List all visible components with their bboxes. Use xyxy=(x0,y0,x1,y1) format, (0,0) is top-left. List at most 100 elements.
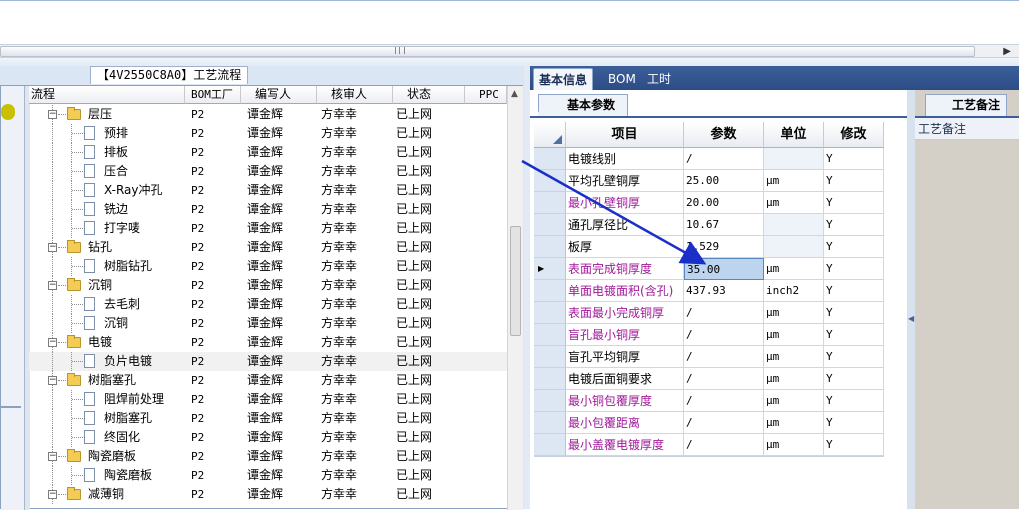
table-row[interactable]: 打字唛 P2 谭金辉 方幸幸 已上网 xyxy=(29,219,507,238)
vertical-scrollbar[interactable]: ▲ xyxy=(507,86,523,510)
process-name-cell[interactable]: − 陶瓷磨板 xyxy=(29,447,185,466)
process-name-cell[interactable]: 阻焊前处理 xyxy=(29,390,185,409)
param-row[interactable]: 平均孔壁铜厚 25.00 μm Y xyxy=(534,170,907,192)
column-header[interactable]: 核审人 xyxy=(317,86,393,104)
param-column-header[interactable]: 项目 xyxy=(566,122,684,148)
collapse-toggle-icon[interactable]: − xyxy=(48,338,57,347)
table-row[interactable]: 树脂塞孔 P2 谭金辉 方幸幸 已上网 xyxy=(29,409,507,428)
param-value-cell[interactable]: 10.67 xyxy=(684,214,764,236)
param-value-cell[interactable]: / xyxy=(684,302,764,324)
row-indicator[interactable] xyxy=(534,148,566,170)
column-header[interactable]: PPC xyxy=(465,86,507,104)
scrollbar-thumb[interactable] xyxy=(0,46,975,57)
process-name-cell[interactable]: − 沉铜 xyxy=(29,276,185,295)
param-value-cell[interactable]: / xyxy=(684,434,764,456)
row-indicator[interactable] xyxy=(534,236,566,258)
process-name-cell[interactable]: − 树脂塞孔 xyxy=(29,371,185,390)
param-modify-cell[interactable]: Y xyxy=(824,148,884,170)
param-column-header[interactable]: 单位 xyxy=(764,122,824,148)
collapse-toggle-icon[interactable]: − xyxy=(48,452,57,461)
table-row[interactable]: 树脂钻孔 P2 谭金辉 方幸幸 已上网 xyxy=(29,257,507,276)
process-name-cell[interactable]: − 电镀 xyxy=(29,333,185,352)
table-row[interactable]: − 沉铜 P2 谭金辉 方幸幸 已上网 xyxy=(29,276,507,295)
table-row[interactable]: 预排 P2 谭金辉 方幸幸 已上网 xyxy=(29,124,507,143)
collapse-arrow-icon[interactable]: ◀ xyxy=(908,314,914,323)
param-modify-cell[interactable]: Y xyxy=(824,258,884,280)
table-row[interactable]: X-Ray冲孔 P2 谭金辉 方幸幸 已上网 xyxy=(29,181,507,200)
table-row[interactable]: 陶瓷磨板 P2 谭金辉 方幸幸 已上网 xyxy=(29,466,507,485)
table-row[interactable]: 负片电镀 P2 谭金辉 方幸幸 已上网 xyxy=(29,352,507,371)
tab-basic-params[interactable]: 基本参数 xyxy=(538,94,629,116)
row-indicator[interactable] xyxy=(534,170,566,192)
param-row[interactable]: 电镀线别 / Y xyxy=(534,148,907,170)
table-row[interactable]: 压合 P2 谭金辉 方幸幸 已上网 xyxy=(29,162,507,181)
tab-process-notes[interactable]: 工艺备注 xyxy=(925,94,1008,116)
tab-bom[interactable]: BOM xyxy=(608,68,636,90)
param-modify-cell[interactable]: Y xyxy=(824,346,884,368)
param-row[interactable]: 单面电镀面积(含孔) 437.93 inch2 Y xyxy=(534,280,907,302)
param-row[interactable]: 电镀后面铜要求 / μm Y xyxy=(534,368,907,390)
row-indicator[interactable] xyxy=(534,214,566,236)
param-row[interactable]: ▶ 表面完成铜厚度 35.00 μm Y xyxy=(534,258,907,280)
collapse-toggle-icon[interactable]: − xyxy=(48,490,57,499)
param-modify-cell[interactable]: Y xyxy=(824,324,884,346)
scrollbar-thumb[interactable] xyxy=(510,226,521,336)
param-row[interactable]: 最小孔壁铜厚 20.00 μm Y xyxy=(534,192,907,214)
row-indicator[interactable] xyxy=(534,192,566,214)
param-modify-cell[interactable]: Y xyxy=(824,214,884,236)
process-name-cell[interactable]: 树脂塞孔 xyxy=(29,409,185,428)
param-value-cell[interactable]: / xyxy=(684,324,764,346)
param-row[interactable]: 板厚 1.529 Y xyxy=(534,236,907,258)
process-name-cell[interactable]: − 钻孔 xyxy=(29,238,185,257)
process-name-cell[interactable]: 排板 xyxy=(29,143,185,162)
process-name-cell[interactable]: 沉铜 xyxy=(29,314,185,333)
table-row[interactable]: 排板 P2 谭金辉 方幸幸 已上网 xyxy=(29,143,507,162)
param-row[interactable]: 最小包覆距离 / μm Y xyxy=(534,412,907,434)
param-modify-cell[interactable]: Y xyxy=(824,302,884,324)
param-value-cell[interactable]: 20.00 xyxy=(684,192,764,214)
collapse-toggle-icon[interactable]: − xyxy=(48,110,57,119)
process-name-cell[interactable]: 树脂钻孔 xyxy=(29,257,185,276)
param-row[interactable]: 盲孔最小铜厚 / μm Y xyxy=(534,324,907,346)
table-row[interactable]: − 树脂塞孔 P2 谭金辉 方幸幸 已上网 xyxy=(29,371,507,390)
param-value-cell[interactable]: 1.529 xyxy=(684,236,764,258)
row-indicator[interactable] xyxy=(534,302,566,324)
row-indicator[interactable] xyxy=(534,346,566,368)
row-indicator[interactable] xyxy=(534,412,566,434)
row-indicator[interactable] xyxy=(534,390,566,412)
tab-basic-info[interactable]: 基本信息 xyxy=(533,68,594,90)
right-splitter[interactable]: ◀ xyxy=(907,90,915,509)
process-name-cell[interactable]: 陶瓷磨板 xyxy=(29,466,185,485)
horizontal-scrollbar[interactable]: ▶ xyxy=(0,44,1019,58)
param-value-cell[interactable]: / xyxy=(684,390,764,412)
param-modify-cell[interactable]: Y xyxy=(824,236,884,258)
table-row[interactable]: 去毛刺 P2 谭金辉 方幸幸 已上网 xyxy=(29,295,507,314)
collapse-toggle-icon[interactable]: − xyxy=(48,281,57,290)
param-row[interactable]: 表面最小完成铜厚 / μm Y xyxy=(534,302,907,324)
param-row[interactable]: 通孔厚径比 10.67 Y xyxy=(534,214,907,236)
column-header[interactable]: 编写人 xyxy=(241,86,317,104)
param-modify-cell[interactable]: Y xyxy=(824,412,884,434)
process-name-cell[interactable]: − 减薄铜 xyxy=(29,485,185,504)
table-row[interactable]: 阻焊前处理 P2 谭金辉 方幸幸 已上网 xyxy=(29,390,507,409)
process-name-cell[interactable]: 预排 xyxy=(29,124,185,143)
param-row[interactable]: 最小盖覆电镀厚度 / μm Y xyxy=(534,434,907,456)
table-row[interactable]: − 电镀 P2 谭金辉 方幸幸 已上网 xyxy=(29,333,507,352)
param-value-cell[interactable]: 437.93 xyxy=(684,280,764,302)
row-indicator[interactable] xyxy=(534,280,566,302)
process-name-cell[interactable]: 终固化 xyxy=(29,428,185,447)
param-value-cell[interactable]: / xyxy=(684,368,764,390)
param-column-header[interactable]: 参数 xyxy=(684,122,764,148)
process-name-cell[interactable]: 负片电镀 xyxy=(29,352,185,371)
collapse-toggle-icon[interactable]: − xyxy=(48,376,57,385)
process-name-cell[interactable]: X-Ray冲孔 xyxy=(29,181,185,200)
param-value-cell[interactable]: / xyxy=(684,148,764,170)
scroll-right-arrow-icon[interactable]: ▶ xyxy=(1003,46,1011,57)
param-modify-cell[interactable]: Y xyxy=(824,192,884,214)
table-row[interactable]: − 减薄铜 P2 谭金辉 方幸幸 已上网 xyxy=(29,485,507,504)
param-modify-cell[interactable]: Y xyxy=(824,434,884,456)
param-modify-cell[interactable]: Y xyxy=(824,368,884,390)
table-row[interactable]: − 钻孔 P2 谭金辉 方幸幸 已上网 xyxy=(29,238,507,257)
collapse-toggle-icon[interactable]: − xyxy=(48,243,57,252)
tab-work-hours[interactable]: 工时 xyxy=(647,68,671,90)
